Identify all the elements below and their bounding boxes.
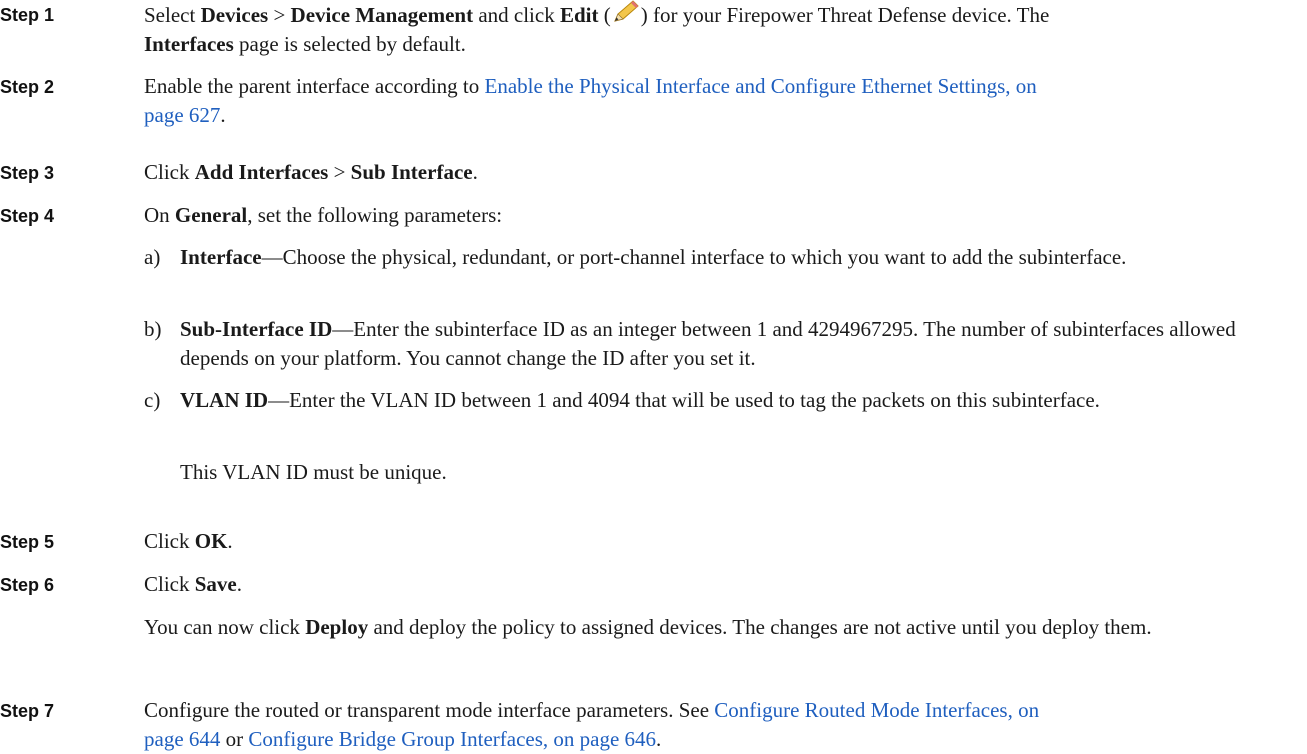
step-1-label: Step 1 xyxy=(0,5,55,25)
step-4-label: Step 4 xyxy=(0,206,55,226)
step-2-text: Enable the parent interface according to… xyxy=(144,74,1037,127)
step-6-label: Step 6 xyxy=(0,575,55,595)
step-3-text: Click Add Interfaces > Sub Interface. xyxy=(144,160,478,184)
step-5-text: Click OK. xyxy=(144,529,233,553)
step-7-label: Step 7 xyxy=(0,701,55,721)
step-6-paragraph: You can now click Deploy and deploy the … xyxy=(144,615,1152,639)
step-3-label: Step 3 xyxy=(0,163,55,183)
step-2-label: Step 2 xyxy=(0,77,55,97)
link-configure-bridge-group[interactable]: Configure Bridge Group Interfaces, on pa… xyxy=(248,727,656,751)
step-7-text: Configure the routed or transparent mode… xyxy=(144,698,1040,751)
step-6-text: Click Save. xyxy=(144,572,242,596)
step-1-text: Select Devices > Device Management and c… xyxy=(144,0,1294,59)
step-5-label: Step 5 xyxy=(0,532,55,552)
step-4-note: This VLAN ID must be unique. xyxy=(180,460,447,484)
step-4-item-a: a) Interface—Choose the physical, redund… xyxy=(144,245,1127,269)
step-4-item-c: c) VLAN ID—Enter the VLAN ID between 1 a… xyxy=(144,388,1100,412)
pencil-edit-icon xyxy=(611,0,641,26)
step-4-text: On General, set the following parameters… xyxy=(144,203,503,227)
step-4-item-b: b) Sub-Interface ID—Enter the subinterfa… xyxy=(144,317,1236,370)
